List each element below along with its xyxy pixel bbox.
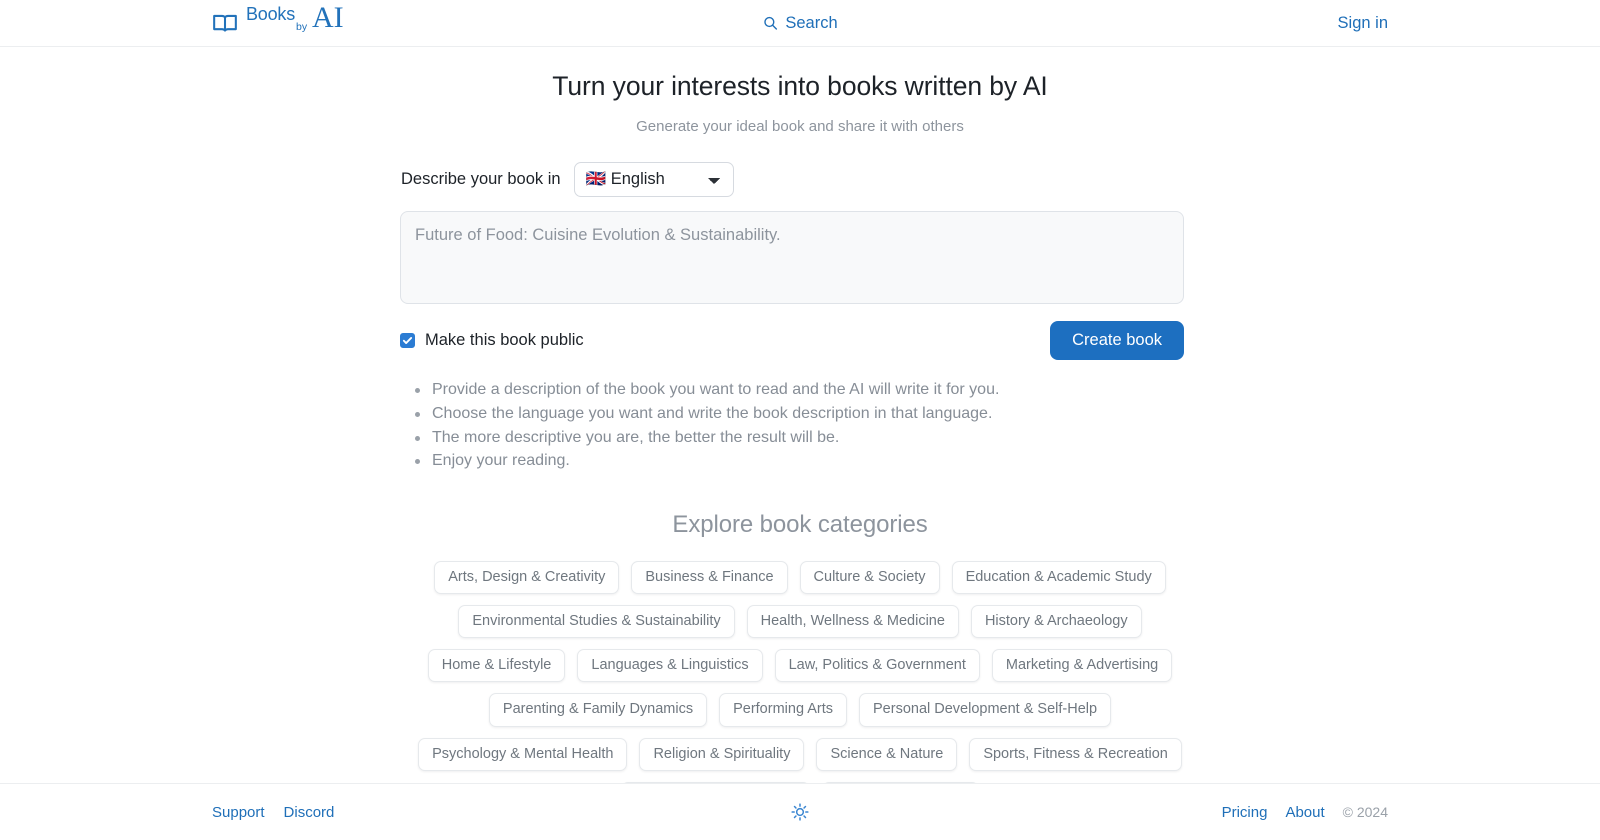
category-chip[interactable]: Culture & Society (799, 561, 940, 595)
content-container: Turn your interests into books written b… (400, 47, 1200, 783)
footer-right-links: Pricing About © 2024 (1222, 804, 1388, 821)
category-chip[interactable]: Business & Finance (631, 561, 788, 595)
brand-logo-link[interactable]: Books by AI (212, 1, 348, 42)
copyright-text: © 2024 (1342, 804, 1388, 820)
category-chip[interactable]: Religion & Spirituality (639, 737, 805, 771)
main-content: Turn your interests into books written b… (0, 47, 1600, 783)
category-chip[interactable]: Home & Lifestyle (427, 649, 566, 683)
category-chip[interactable]: Environmental Studies & Sustainability (458, 605, 735, 639)
create-book-button[interactable]: Create book (1050, 321, 1184, 361)
category-chip[interactable]: Parenting & Family Dynamics (488, 693, 708, 727)
action-row: Make this book public Create book (400, 321, 1184, 361)
list-item: The more descriptive you are, the better… (415, 426, 1200, 450)
brand-wordmark: Books by AI (246, 1, 348, 42)
category-chip[interactable]: Marketing & Advertising (991, 649, 1173, 683)
category-chip[interactable]: Languages & Linguistics (577, 649, 763, 683)
make-public-checkbox[interactable] (400, 333, 415, 349)
list-item: Enjoy your reading. (415, 449, 1200, 473)
open-book-icon (212, 10, 238, 36)
search-link[interactable]: Search (762, 13, 838, 33)
category-chip[interactable]: Health, Wellness & Medicine (746, 605, 959, 639)
footer-link-discord[interactable]: Discord (284, 804, 335, 821)
language-select[interactable]: 🇬🇧 English (573, 161, 734, 198)
category-chip[interactable]: Education & Academic Study (951, 561, 1166, 595)
footer-link-about[interactable]: About (1285, 804, 1324, 821)
list-item: Choose the language you want and write t… (415, 402, 1200, 426)
category-chip[interactable]: Arts, Design & Creativity (434, 561, 620, 595)
footer-link-pricing[interactable]: Pricing (1222, 804, 1268, 821)
brand-word-ai: AI (312, 1, 344, 34)
page-title: Turn your interests into books written b… (552, 71, 1048, 101)
make-public-control[interactable]: Make this book public (400, 331, 584, 350)
category-chip-list: Arts, Design & Creativity Business & Fin… (400, 561, 1200, 783)
category-chip[interactable]: Personal Development & Self-Help (859, 693, 1112, 727)
list-item: Provide a description of the book you wa… (415, 378, 1200, 402)
category-chip[interactable]: History & Archaeology (970, 605, 1142, 639)
page-subtitle: Generate your ideal book and share it wi… (636, 118, 964, 136)
page-root: Books by AI Search Sign in Turn your int… (0, 0, 1600, 840)
category-chip[interactable]: Science & Nature (816, 737, 958, 771)
footer-left-links: Support Discord (212, 804, 334, 821)
brand-word-by: by (296, 21, 308, 33)
category-chip[interactable]: Law, Politics & Government (774, 649, 980, 683)
category-chip[interactable]: Psychology & Mental Health (418, 737, 628, 771)
search-label: Search (785, 13, 838, 32)
brand-word-books: Books (246, 4, 296, 24)
categories-heading: Explore book categories (672, 511, 928, 539)
tips-list: Provide a description of the book you wa… (400, 378, 1200, 473)
language-row: Describe your book in 🇬🇧 English (400, 161, 1200, 198)
sign-in-link[interactable]: Sign in (1338, 14, 1388, 33)
make-public-label: Make this book public (425, 331, 584, 350)
footer-link-support[interactable]: Support (212, 804, 265, 821)
book-description-input[interactable] (400, 211, 1184, 305)
category-chip[interactable]: Sports, Fitness & Recreation (969, 737, 1182, 771)
sun-icon[interactable] (790, 802, 810, 822)
site-footer: Support Discord Pricing About © 2024 (0, 783, 1600, 840)
header-inner: Books by AI Search Sign in (0, 0, 1600, 47)
language-label: Describe your book in (401, 170, 561, 189)
site-header: Books by AI Search Sign in (0, 0, 1600, 47)
search-icon (762, 15, 778, 31)
category-chip[interactable]: Performing Arts (719, 693, 848, 727)
